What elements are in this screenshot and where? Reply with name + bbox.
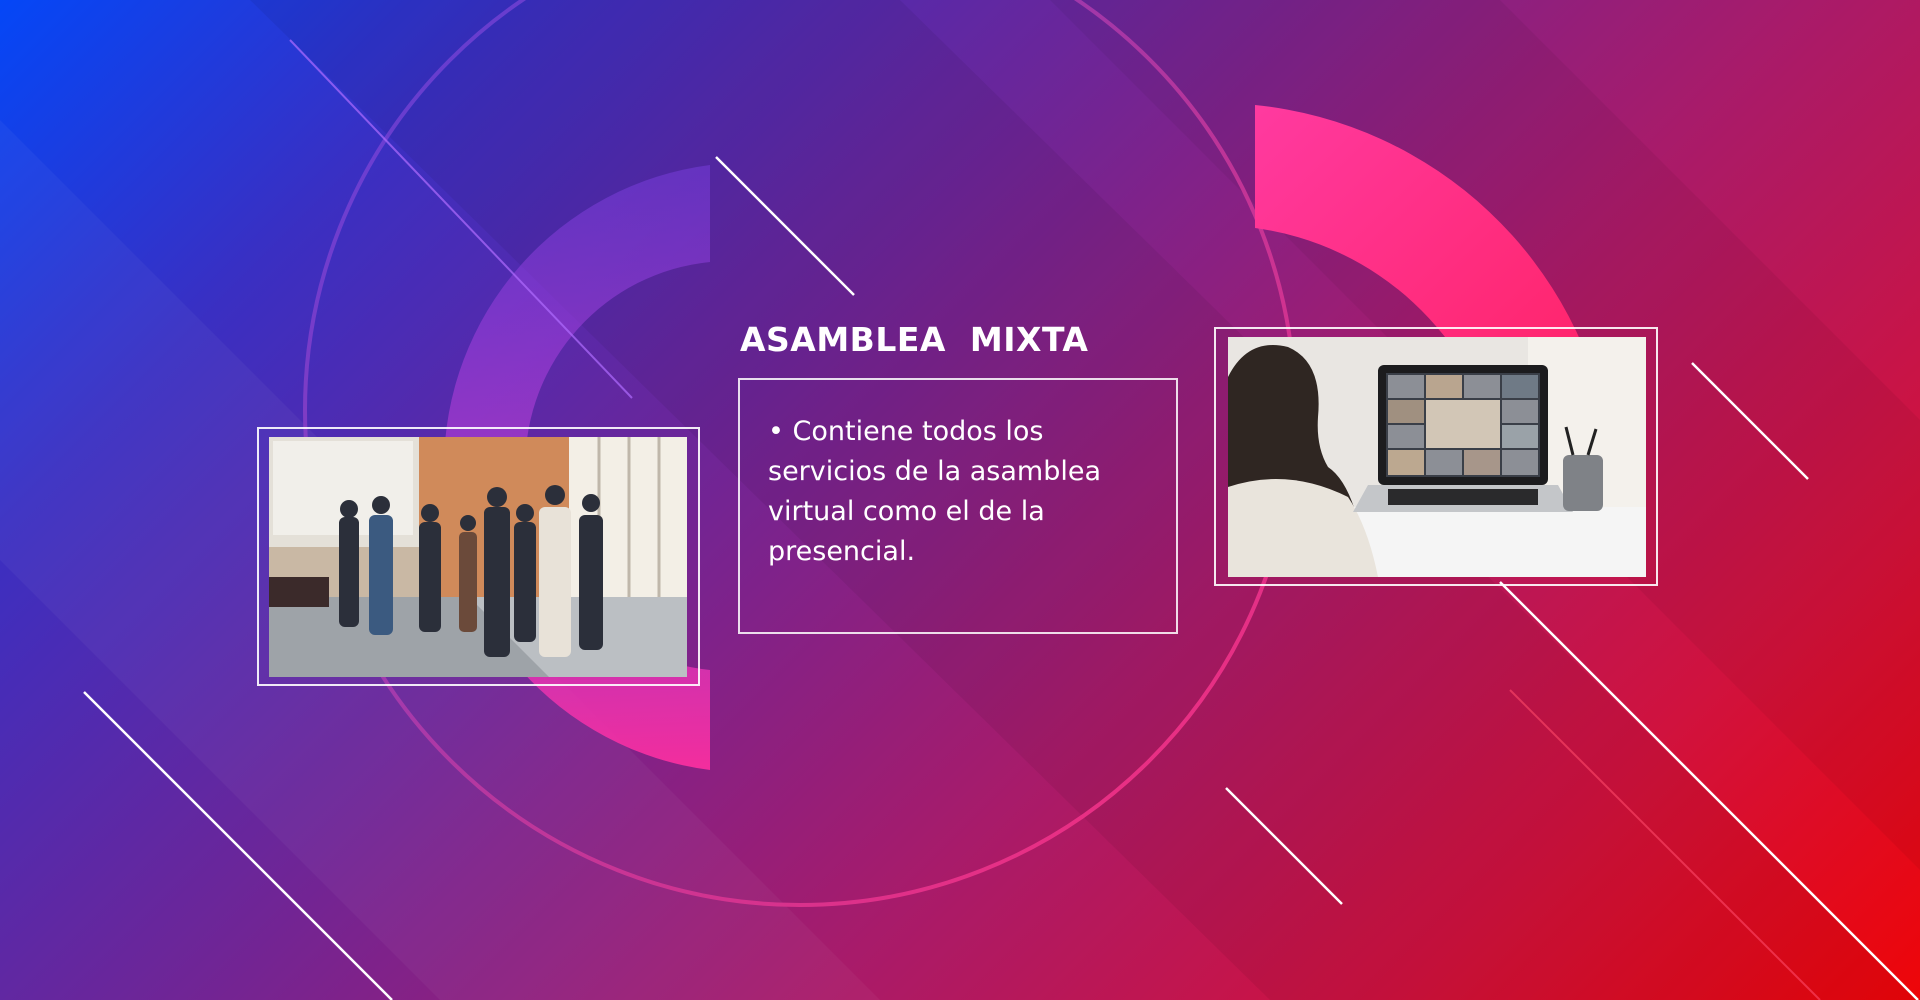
body-text: • Contiene todos los servicios de la asa…: [768, 416, 1101, 567]
in-person-meeting-photo: [269, 437, 687, 677]
slide: ASAMBLEA MIXTA • Contiene todos los serv…: [0, 0, 1920, 1000]
slide-title: ASAMBLEA MIXTA: [740, 320, 1089, 359]
photo-frame-right: [1214, 327, 1658, 586]
video-conference-laptop-photo: [1228, 337, 1646, 577]
text-box: • Contiene todos los servicios de la asa…: [738, 378, 1178, 634]
photo-frame-left: [257, 427, 700, 686]
